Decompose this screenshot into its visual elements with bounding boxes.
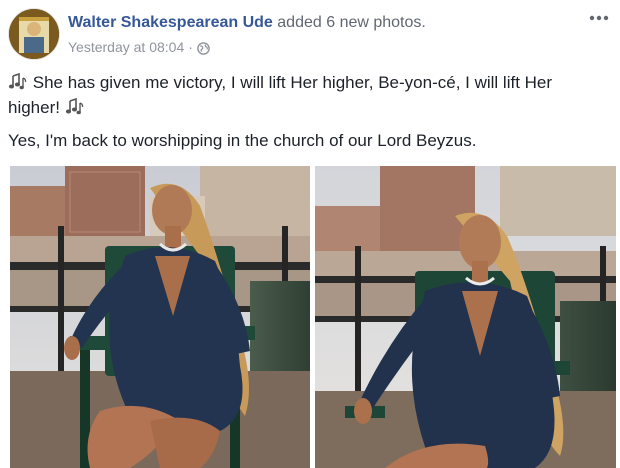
more-options-button[interactable] xyxy=(588,10,610,26)
meta-separator: · xyxy=(188,39,193,55)
feed-post: Walter Shakespearean Ude added 6 new pho… xyxy=(0,0,620,468)
author-line: Walter Shakespearean Ude added 6 new pho… xyxy=(68,12,426,34)
post-meta: Yesterday at 08:04 · xyxy=(68,38,426,56)
post-header: Walter Shakespearean Ude added 6 new pho… xyxy=(68,12,426,56)
post-text-line-1: She has given me victory, I will lift He… xyxy=(8,70,608,120)
photo-2[interactable] xyxy=(315,166,616,468)
photo-image xyxy=(315,166,616,468)
globe-icon[interactable] xyxy=(197,41,210,55)
author-avatar[interactable] xyxy=(9,9,59,59)
post-action-text: added 6 new photos. xyxy=(277,14,426,31)
post-timestamp[interactable]: Yesterday at 08:04 xyxy=(68,38,184,56)
post-body: She has given me victory, I will lift He… xyxy=(8,70,608,161)
post-text-1: She has given me victory, I will lift He… xyxy=(8,73,553,117)
author-name-link[interactable]: Walter Shakespearean Ude xyxy=(68,14,273,31)
post-text-line-2: Yes, I'm back to worshipping in the chur… xyxy=(8,131,477,150)
photo-grid xyxy=(10,166,616,468)
musical-notes-icon xyxy=(8,72,28,91)
avatar-image xyxy=(9,9,59,59)
more-options-icon xyxy=(589,15,609,21)
photo-1[interactable] xyxy=(10,166,310,468)
musical-notes-icon xyxy=(65,97,85,116)
photo-image xyxy=(10,166,310,468)
